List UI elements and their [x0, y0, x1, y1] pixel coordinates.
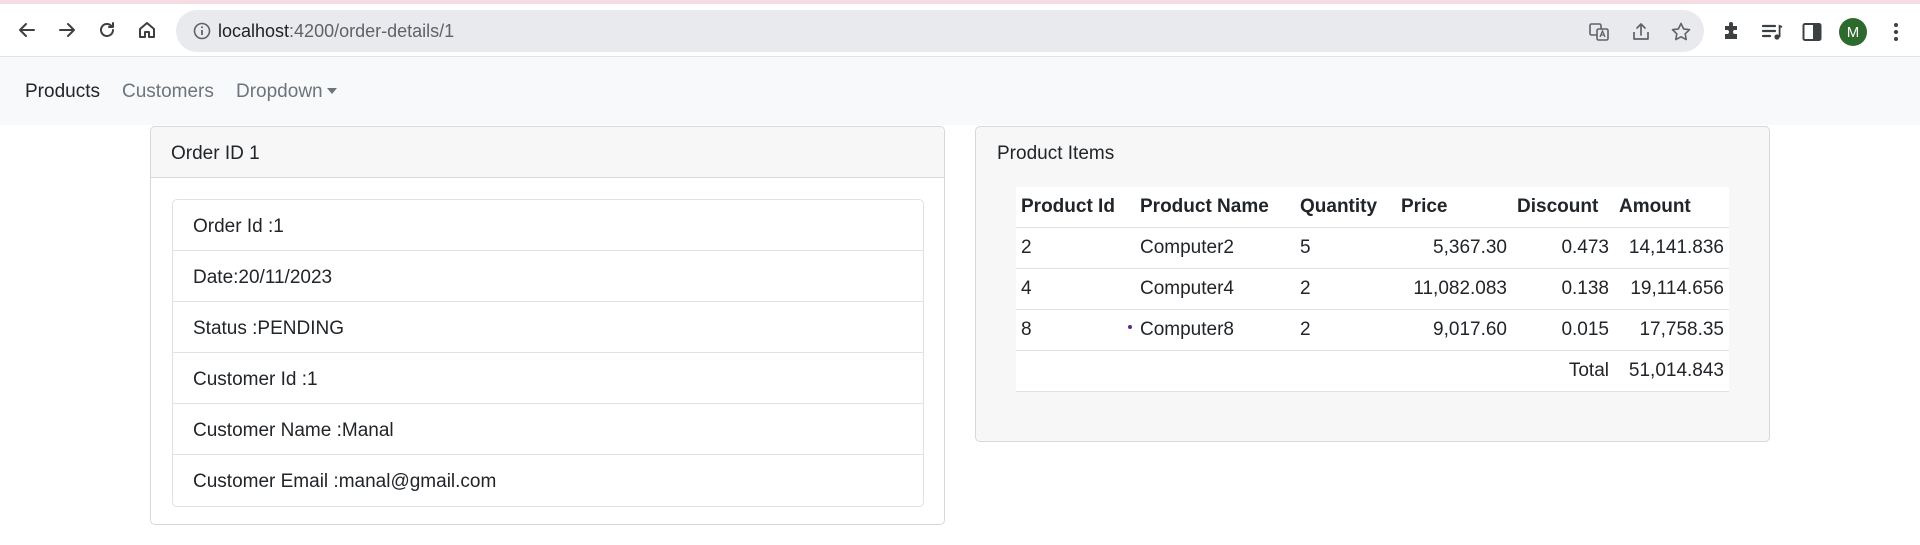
cell-discount: 0.138: [1512, 268, 1614, 310]
cell-quantity: 2: [1295, 268, 1396, 310]
table-row: 2 Computer2 5 5,367.30 0.473 14,141.836: [1016, 227, 1729, 269]
table-row: 8 Computer8 2 9,017.60 0.015 17,758.35: [1016, 309, 1729, 351]
app-navbar: Products Customers Dropdown: [0, 57, 1920, 125]
nav-link-products[interactable]: Products: [25, 81, 100, 103]
cell-price: 5,367.30: [1396, 227, 1512, 269]
customer-id-field: Customer Id :1: [173, 353, 923, 404]
order-status-field: Status :PENDING: [173, 302, 923, 353]
arrow-right-icon: [59, 23, 75, 37]
translate-icon[interactable]: [1588, 21, 1610, 43]
back-button[interactable]: [13, 16, 41, 44]
forward-button[interactable]: [53, 16, 81, 44]
reload-icon: [100, 22, 114, 37]
cell-amount: 14,141.836: [1614, 227, 1729, 269]
product-items-title: Product Items: [997, 143, 1115, 164]
share-icon[interactable]: [1630, 21, 1652, 43]
cell-product-id: 4: [1016, 268, 1135, 310]
profile-avatar[interactable]: M: [1839, 18, 1867, 46]
table-header-row: Product Id Product Name Quantity Price D…: [1016, 187, 1729, 228]
total-label: Total: [1016, 350, 1614, 392]
column-header-quantity: Quantity: [1295, 187, 1396, 228]
table-row: 4 Computer4 2 11,082.083 0.138 19,114.65…: [1016, 268, 1729, 310]
column-header-amount: Amount: [1614, 187, 1729, 228]
total-value: 51,014.843: [1614, 350, 1729, 392]
cell-quantity: 5: [1295, 227, 1396, 269]
address-bar[interactable]: localhost:4200/order-details/1: [176, 10, 1704, 52]
caret-down-icon: [326, 88, 337, 94]
cell-amount: 17,758.35: [1614, 309, 1729, 351]
star-icon[interactable]: [1670, 21, 1692, 43]
kebab-menu-icon[interactable]: [1884, 20, 1908, 44]
nav-dropdown-toggle[interactable]: Dropdown: [236, 81, 337, 103]
product-items-card: Product Items Product Id Product Name Qu…: [975, 126, 1770, 442]
customer-name-field: Customer Name :Manal: [173, 404, 923, 455]
browser-toolbar: localhost:4200/order-details/1 M: [0, 4, 1920, 57]
bullet-dot-icon: [1128, 324, 1132, 329]
cell-product-id: 2: [1016, 227, 1135, 269]
table-total-row: Total 51,014.843: [1016, 350, 1729, 392]
nav-dropdown-label: Dropdown: [236, 81, 323, 102]
cell-product-name: Computer2: [1135, 227, 1295, 269]
url-host: localhost: [218, 21, 290, 41]
column-header-product-id: Product Id: [1016, 187, 1135, 228]
home-icon: [139, 22, 155, 38]
cell-product-name: Computer4: [1135, 268, 1295, 310]
info-icon[interactable]: [192, 21, 212, 41]
cell-product-name-text: Computer8: [1140, 318, 1234, 340]
puzzle-icon[interactable]: [1720, 20, 1744, 44]
order-field-list: Order Id :1 Date:20/11/2023 Status :PEND…: [172, 199, 924, 507]
product-items-table: Product Id Product Name Quantity Price D…: [1016, 187, 1729, 392]
cell-amount: 19,114.656: [1614, 268, 1729, 310]
cell-product-name: Computer8: [1128, 309, 1295, 351]
order-id-field: Order Id :1: [173, 200, 923, 251]
url-text[interactable]: localhost:4200/order-details/1: [218, 21, 454, 42]
order-card-header: Order ID 1: [151, 127, 944, 178]
cell-product-id: 8: [1016, 309, 1135, 351]
order-details-card: Order ID 1 Order Id :1 Date:20/11/2023 S…: [150, 126, 945, 525]
side-panel-icon[interactable]: [1800, 20, 1824, 44]
home-button[interactable]: [133, 16, 161, 44]
cell-quantity: 2: [1295, 309, 1396, 351]
arrow-left-icon: [19, 23, 35, 37]
nav-link-customers[interactable]: Customers: [122, 81, 214, 103]
customer-email-field: Customer Email :manal@gmail.com: [193, 471, 497, 492]
column-header-price: Price: [1396, 187, 1512, 228]
order-date-field: Date:20/11/2023: [173, 251, 923, 302]
playlist-icon[interactable]: [1760, 20, 1784, 44]
reload-button[interactable]: [93, 16, 121, 44]
cell-price: 11,082.083: [1396, 268, 1512, 310]
column-header-product-name: Product Name: [1135, 187, 1295, 228]
column-header-discount: Discount: [1512, 187, 1614, 228]
url-path: :4200/order-details/1: [289, 21, 455, 41]
cell-discount: 0.473: [1512, 227, 1614, 269]
cell-discount: 0.015: [1512, 309, 1614, 351]
cell-price: 9,017.60: [1396, 309, 1512, 351]
